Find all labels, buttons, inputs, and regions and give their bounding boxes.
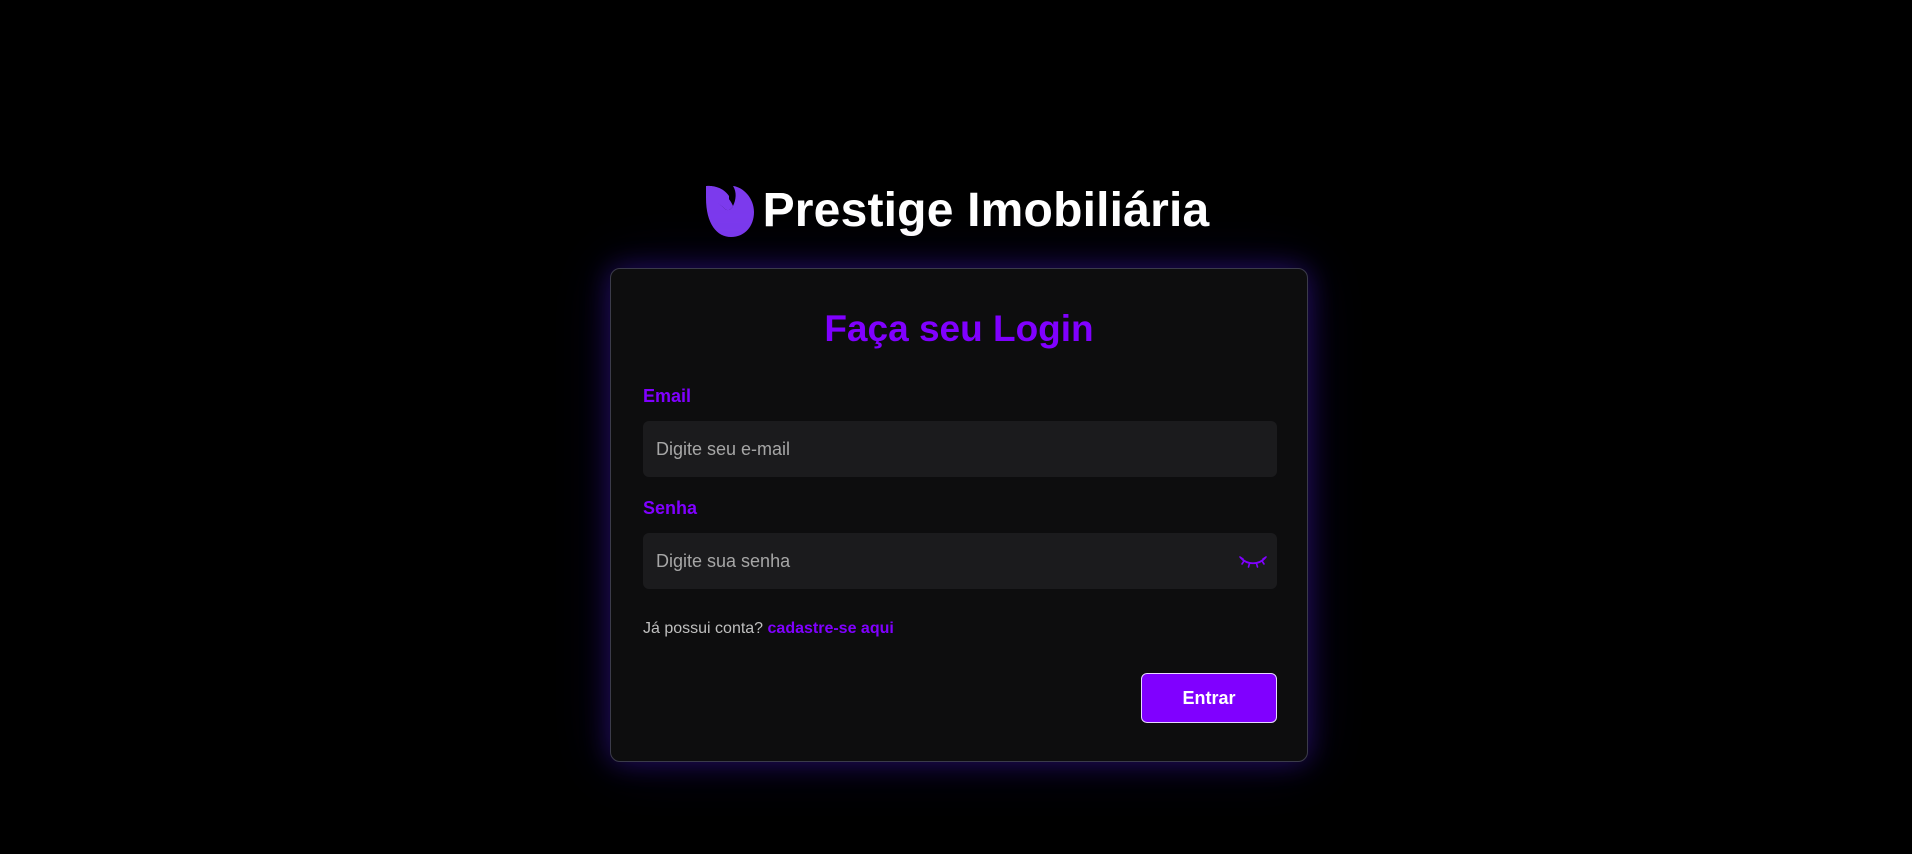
leaf-logo-icon [705, 185, 754, 237]
eye-closed-icon[interactable] [1239, 554, 1267, 570]
signup-prompt-text: Já possui conta? [643, 620, 764, 637]
brand-title: Prestige Imobiliária [762, 184, 1210, 237]
login-heading: Faça seu Login [824, 308, 1094, 349]
login-card: Faça seu Login Email Senha Já possui con… [610, 268, 1308, 762]
login-page: Prestige Imobiliária Faça seu Login Emai… [0, 0, 1912, 854]
brand-header: Prestige Imobiliária [0, 183, 1912, 239]
email-label: Email [643, 386, 692, 406]
signup-link[interactable]: cadastre-se aqui [768, 620, 894, 637]
password-label: Senha [643, 498, 698, 518]
email-field[interactable] [643, 421, 1277, 477]
submit-button[interactable]: Entrar [1141, 673, 1277, 723]
password-field[interactable] [643, 533, 1277, 589]
signup-prompt-line: Já possui conta? cadastre-se aqui [643, 619, 894, 639]
